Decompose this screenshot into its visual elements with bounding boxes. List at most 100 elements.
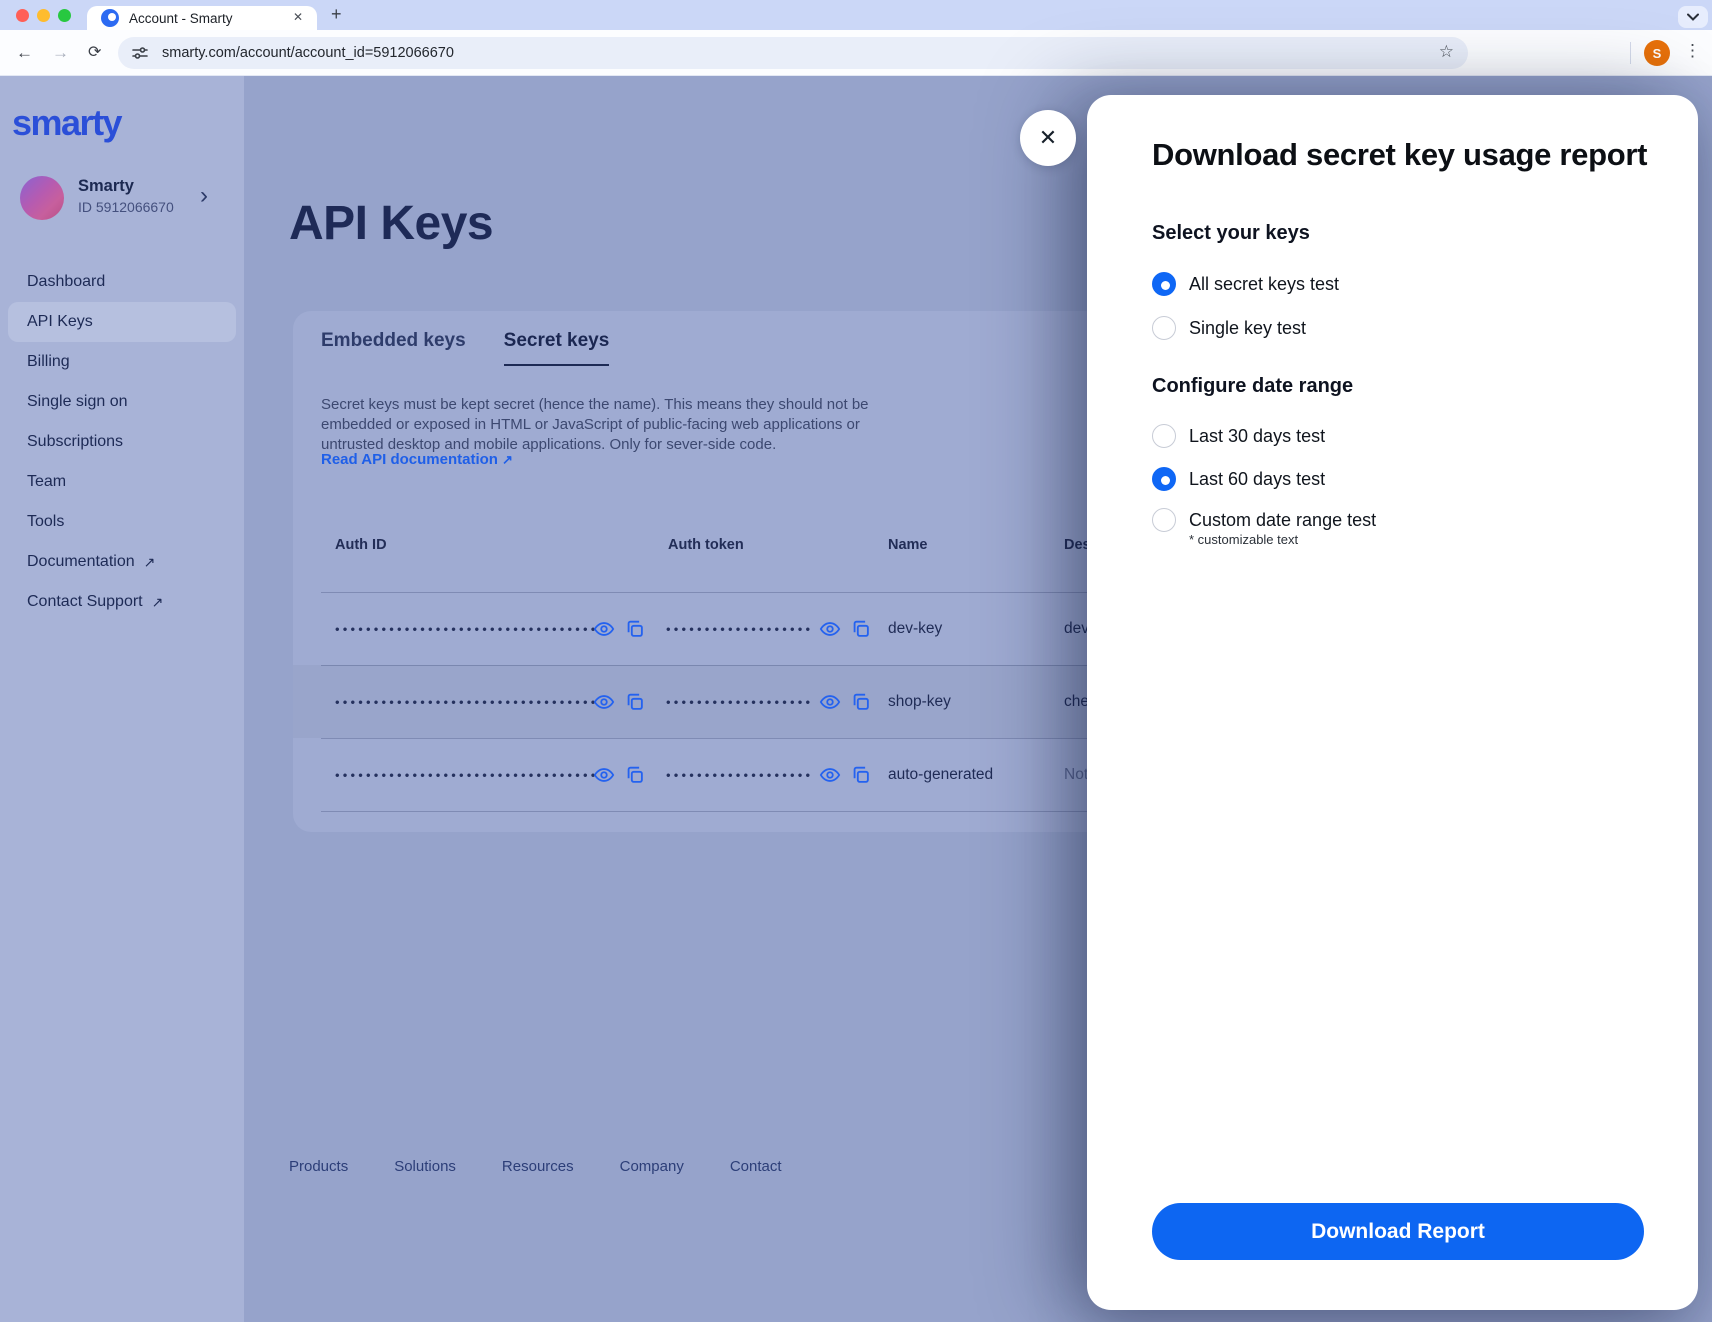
copy-icon[interactable] bbox=[624, 618, 646, 640]
auth-token-masked-value: ••••••••••••••••••• bbox=[666, 767, 813, 782]
footer-link-contact[interactable]: Contact bbox=[730, 1158, 782, 1175]
close-window-button[interactable] bbox=[16, 9, 29, 22]
radio-label: Last 30 days test bbox=[1189, 426, 1325, 447]
address-bar[interactable]: smarty.com/account/account_id=5912066670… bbox=[118, 37, 1468, 69]
radio-sublabel: * customizable text bbox=[1189, 532, 1298, 547]
copy-icon[interactable] bbox=[850, 764, 872, 786]
minimize-window-button[interactable] bbox=[37, 9, 50, 22]
key-description: che bbox=[1064, 693, 1089, 711]
sidebar-item-label: API Keys bbox=[27, 313, 93, 331]
sidebar-item-subscriptions[interactable]: Subscriptions bbox=[8, 422, 236, 462]
section-heading-select-keys: Select your keys bbox=[1152, 222, 1310, 245]
chevron-right-icon: › bbox=[200, 182, 208, 210]
external-link-icon: ↗ bbox=[144, 554, 156, 571]
sidebar-nav: Dashboard API Keys Billing Single sign o… bbox=[8, 262, 236, 622]
auth-id-masked-value: •••••••••••••••••••••••••••••••••• bbox=[335, 767, 599, 782]
back-button[interactable]: ← bbox=[16, 42, 33, 64]
sidebar-item-label: Subscriptions bbox=[27, 433, 123, 451]
download-report-drawer: Download secret key usage report Select … bbox=[1087, 95, 1698, 1310]
copy-icon[interactable] bbox=[850, 618, 872, 640]
auth-token-masked-value: ••••••••••••••••••• bbox=[666, 694, 813, 709]
reload-button[interactable]: ⟳ bbox=[88, 42, 101, 64]
footer-link-resources[interactable]: Resources bbox=[502, 1158, 574, 1175]
url-text[interactable]: smarty.com/account/account_id=5912066670 bbox=[162, 45, 454, 61]
account-avatar bbox=[20, 176, 64, 220]
tab-secret-keys[interactable]: Secret keys bbox=[504, 330, 610, 366]
copy-icon[interactable] bbox=[624, 764, 646, 786]
auth-token-masked-value: ••••••••••••••••••• bbox=[666, 621, 813, 636]
sidebar-item-label: Billing bbox=[27, 353, 70, 371]
radio-last-30-days[interactable]: Last 30 days test bbox=[1152, 424, 1325, 448]
key-name: dev-key bbox=[888, 620, 942, 638]
radio-button-icon[interactable] bbox=[1152, 467, 1176, 491]
radio-label: Custom date range test bbox=[1189, 510, 1376, 531]
smarty-logo[interactable]: smarty bbox=[12, 102, 121, 144]
column-header-name: Name bbox=[888, 537, 928, 553]
sidebar: smarty Smarty ID 5912066670 › Dashboard … bbox=[0, 76, 244, 1322]
radio-single-key[interactable]: Single key test bbox=[1152, 316, 1306, 340]
reveal-eye-icon[interactable] bbox=[593, 618, 615, 640]
sidebar-item-tools[interactable]: Tools bbox=[8, 502, 236, 542]
sidebar-item-contact-support[interactable]: Contact Support↗ bbox=[8, 582, 236, 622]
column-header-auth-id: Auth ID bbox=[335, 537, 387, 553]
sidebar-item-label: Contact Support bbox=[27, 593, 143, 611]
footer-link-products[interactable]: Products bbox=[289, 1158, 348, 1175]
copy-icon[interactable] bbox=[850, 691, 872, 713]
radio-custom-date-range[interactable]: Custom date range test bbox=[1152, 508, 1376, 532]
radio-button-icon[interactable] bbox=[1152, 272, 1176, 296]
sidebar-item-single-sign-on[interactable]: Single sign on bbox=[8, 382, 236, 422]
auth-id-masked-value: •••••••••••••••••••••••••••••••••• bbox=[335, 621, 599, 636]
radio-all-secret-keys[interactable]: All secret keys test bbox=[1152, 272, 1339, 296]
browser-profile-avatar[interactable]: S bbox=[1644, 40, 1670, 66]
external-link-icon: ↗ bbox=[502, 452, 513, 467]
key-description: Not bbox=[1064, 766, 1088, 784]
browser-menu-kebab-icon[interactable]: ⋮ bbox=[1684, 41, 1701, 61]
reveal-eye-icon[interactable] bbox=[819, 764, 841, 786]
browser-toolbar: ← → ⟳ smarty.com/account/account_id=5912… bbox=[0, 30, 1712, 76]
doc-link-label: Read API documentation bbox=[321, 451, 498, 468]
bookmark-star-icon[interactable]: ☆ bbox=[1439, 42, 1454, 62]
account-switcher[interactable]: Smarty ID 5912066670 › bbox=[0, 174, 244, 226]
copy-icon[interactable] bbox=[624, 691, 646, 713]
reveal-eye-icon[interactable] bbox=[819, 618, 841, 640]
tab-close-icon[interactable]: ✕ bbox=[293, 10, 303, 24]
sidebar-item-label: Single sign on bbox=[27, 393, 128, 411]
reveal-eye-icon[interactable] bbox=[593, 764, 615, 786]
new-tab-button[interactable]: + bbox=[331, 4, 342, 25]
tab-search-chevron-button[interactable] bbox=[1678, 6, 1708, 28]
close-icon: ✕ bbox=[1039, 125, 1057, 151]
browser-tab[interactable]: Account - Smarty ✕ bbox=[87, 6, 317, 30]
reveal-eye-icon[interactable] bbox=[819, 691, 841, 713]
section-heading-date-range: Configure date range bbox=[1152, 375, 1353, 398]
key-description: dev bbox=[1064, 620, 1089, 638]
key-name: shop-key bbox=[888, 693, 951, 711]
footer-link-solutions[interactable]: Solutions bbox=[394, 1158, 456, 1175]
drawer-title: Download secret key usage report bbox=[1152, 137, 1647, 173]
sidebar-item-dashboard[interactable]: Dashboard bbox=[8, 262, 236, 302]
download-report-button[interactable]: Download Report bbox=[1152, 1203, 1644, 1260]
browser-tab-strip: Account - Smarty ✕ + bbox=[0, 0, 1712, 30]
toolbar-divider bbox=[1630, 42, 1631, 64]
radio-button-icon[interactable] bbox=[1152, 424, 1176, 448]
sidebar-item-billing[interactable]: Billing bbox=[8, 342, 236, 382]
site-settings-icon[interactable] bbox=[132, 45, 148, 61]
tab-embedded-keys[interactable]: Embedded keys bbox=[321, 330, 466, 366]
page-title: API Keys bbox=[289, 196, 493, 251]
account-name: Smarty bbox=[78, 177, 134, 196]
read-api-documentation-link[interactable]: Read API documentation ↗ bbox=[321, 451, 513, 468]
sidebar-item-team[interactable]: Team bbox=[8, 462, 236, 502]
maximize-window-button[interactable] bbox=[58, 9, 71, 22]
smarty-favicon-icon bbox=[101, 9, 119, 27]
radio-button-icon[interactable] bbox=[1152, 316, 1176, 340]
key-name: auto-generated bbox=[888, 766, 993, 784]
sidebar-item-api-keys[interactable]: API Keys bbox=[8, 302, 236, 342]
forward-button[interactable]: → bbox=[52, 42, 69, 64]
radio-label: Single key test bbox=[1189, 318, 1306, 339]
reveal-eye-icon[interactable] bbox=[593, 691, 615, 713]
radio-last-60-days[interactable]: Last 60 days test bbox=[1152, 467, 1325, 491]
sidebar-item-label: Team bbox=[27, 473, 66, 491]
sidebar-item-documentation[interactable]: Documentation↗ bbox=[8, 542, 236, 582]
close-drawer-button[interactable]: ✕ bbox=[1020, 110, 1076, 166]
radio-button-icon[interactable] bbox=[1152, 508, 1176, 532]
footer-link-company[interactable]: Company bbox=[620, 1158, 684, 1175]
